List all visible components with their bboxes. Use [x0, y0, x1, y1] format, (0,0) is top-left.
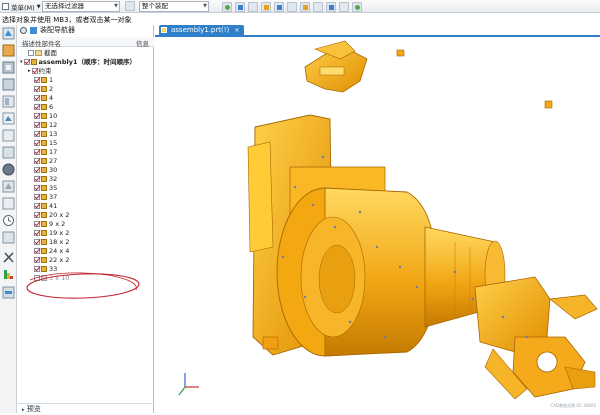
- assembly-navigator-panel: 装配导航器 描述性部件名 信息 截面 ▾ assembly1（顺序：时间顺序） …: [18, 25, 154, 413]
- part-file-icon: [161, 27, 167, 33]
- menu-label: 菜单(M): [11, 3, 35, 12]
- color-chart-icon[interactable]: [4, 270, 13, 279]
- system-scene-icon[interactable]: [2, 197, 15, 210]
- coordinate-triad-icon: [178, 373, 199, 396]
- exploded-bracket-part[interactable]: [304, 40, 368, 93]
- part-navigator-icon[interactable]: [2, 61, 15, 74]
- menu-icon: [2, 3, 9, 10]
- tab-label: assembly1.prt(!): [171, 26, 230, 34]
- document-tab-bar: assembly1.prt(!) ×: [155, 25, 600, 35]
- hd3d-tools-icon[interactable]: [2, 95, 15, 108]
- preview-section[interactable]: ▸ 预览: [18, 403, 154, 413]
- reuse-library-icon[interactable]: [2, 78, 15, 91]
- tab-assembly1[interactable]: assembly1.prt(!) ×: [159, 25, 244, 35]
- top-toolbar: 菜单(M) ▼ 无选择过滤器 ▼ 整个装配 ▼: [0, 0, 600, 13]
- status-hint: 选择对象并使用 MB3，或者双击某一对象: [2, 16, 132, 24]
- history-icon[interactable]: [2, 129, 15, 142]
- tools-icon[interactable]: [3, 252, 14, 263]
- selection-filter-value: 无选择过滤器: [45, 2, 84, 10]
- intersection-icon[interactable]: [313, 1, 323, 12]
- quadrant-icon[interactable]: [300, 1, 310, 12]
- chevron-down-icon: ▼: [114, 3, 118, 9]
- process-studio-icon[interactable]: [2, 146, 15, 159]
- watermark: CAD数据交换 ID: 30600: [550, 403, 596, 408]
- snap-toolbar: [222, 1, 362, 12]
- palette-icon[interactable]: [2, 231, 15, 244]
- point-snap-icon[interactable]: [235, 1, 245, 12]
- select-icon[interactable]: [222, 1, 232, 12]
- floating-screw[interactable]: [396, 49, 405, 57]
- layer-icon[interactable]: [2, 286, 15, 299]
- floating-screw[interactable]: [544, 100, 553, 109]
- cursor-icon[interactable]: [248, 1, 258, 12]
- center-icon[interactable]: [287, 1, 297, 12]
- red-annotation: [26, 272, 140, 299]
- gripper-jaw-assembly[interactable]: [474, 276, 598, 400]
- globe-icon[interactable]: [2, 163, 15, 176]
- resource-bar: [0, 25, 17, 413]
- on-face-icon[interactable]: [352, 1, 362, 12]
- main-cylinder-body[interactable]: [276, 187, 438, 357]
- endpoint-icon[interactable]: [261, 1, 271, 12]
- chevron-down-icon: ▼: [203, 3, 207, 9]
- menu-button[interactable]: 菜单(M) ▼: [2, 1, 41, 12]
- scope-select[interactable]: 整个装配 ▼: [139, 1, 209, 12]
- assembly-model[interactable]: [155, 37, 600, 413]
- midpoint-icon[interactable]: [274, 1, 284, 12]
- scope-value: 整个装配: [142, 2, 168, 10]
- on-curve-icon[interactable]: [339, 1, 349, 12]
- selection-filter-select[interactable]: 无选择过滤器 ▼: [42, 1, 120, 12]
- resource-bar-icons: [2, 27, 15, 299]
- clock-icon[interactable]: [3, 215, 14, 226]
- existing-point-icon[interactable]: [326, 1, 336, 12]
- close-icon[interactable]: ×: [235, 27, 240, 34]
- preview-label: 预览: [26, 405, 41, 413]
- chevron-down-icon: ▼: [36, 3, 41, 10]
- expand-icon[interactable]: ▸: [22, 407, 25, 413]
- filter-reset-icon[interactable]: [125, 1, 135, 11]
- web-browser-icon[interactable]: [2, 112, 15, 125]
- assembly-navigator-icon[interactable]: [2, 27, 15, 40]
- graphics-viewport[interactable]: CAD数据交换 ID: 30600: [155, 35, 600, 413]
- constraint-navigator-icon[interactable]: [2, 44, 15, 57]
- roles-icon[interactable]: [2, 180, 15, 193]
